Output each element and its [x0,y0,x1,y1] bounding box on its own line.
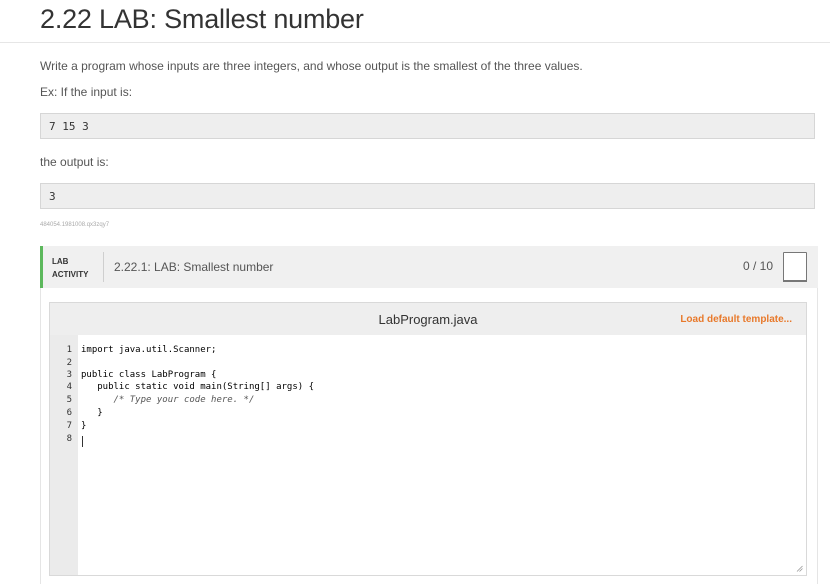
lab-activity-label: LAB ACTIVITY [52,255,88,281]
load-default-template-link[interactable]: Load default template... [680,314,792,325]
lab-label-line1: LAB [52,257,69,266]
score-text: 0 / 10 [743,259,774,273]
page-title: 2.22 LAB: Smallest number [40,4,364,34]
code-line: public static void main(String[] args) { [81,382,314,392]
line-number: 1 [66,345,72,355]
lab-header-divider [103,252,104,282]
code-text-area[interactable]: import java.util.Scanner; public class L… [78,335,806,575]
line-number: 3 [66,370,72,380]
lab-accent-bar [40,246,43,288]
line-number: 8 [66,434,72,444]
text-cursor [82,436,83,447]
code-line: import java.util.Scanner; [81,345,217,355]
line-number: 7 [66,421,72,431]
example-output: 3 [40,183,815,209]
lab-label-line2: ACTIVITY [52,270,89,279]
score-badge-icon [783,252,807,282]
code-editor: LabProgram.java Load default template...… [49,302,807,576]
tracking-id: 484054.1981008.qx3zqy7 [40,222,110,228]
line-number-gutter: 1 2 3 4 5 6 7 8 [50,335,78,575]
lab-activity-header: LAB ACTIVITY 2.22.1: LAB: Smallest numbe… [40,246,818,288]
line-number: 4 [66,382,72,392]
code-line: } [81,408,103,418]
code-line: public class LabProgram { [81,370,217,380]
lab-name: 2.22.1: LAB: Smallest number [114,260,274,274]
title-divider [0,42,830,43]
output-intro: the output is: [40,155,109,169]
line-number: 6 [66,408,72,418]
problem-description: Write a program whose inputs are three i… [40,59,583,73]
resize-grip-icon[interactable] [796,565,803,572]
line-number: 2 [66,358,72,368]
editor-header: LabProgram.java Load default template... [50,303,806,335]
code-line: /* Type your code here. */ [81,395,255,405]
line-number: 5 [66,395,72,405]
code-line: } [81,421,87,431]
example-intro: Ex: If the input is: [40,85,133,99]
example-input: 7 15 3 [40,113,815,139]
